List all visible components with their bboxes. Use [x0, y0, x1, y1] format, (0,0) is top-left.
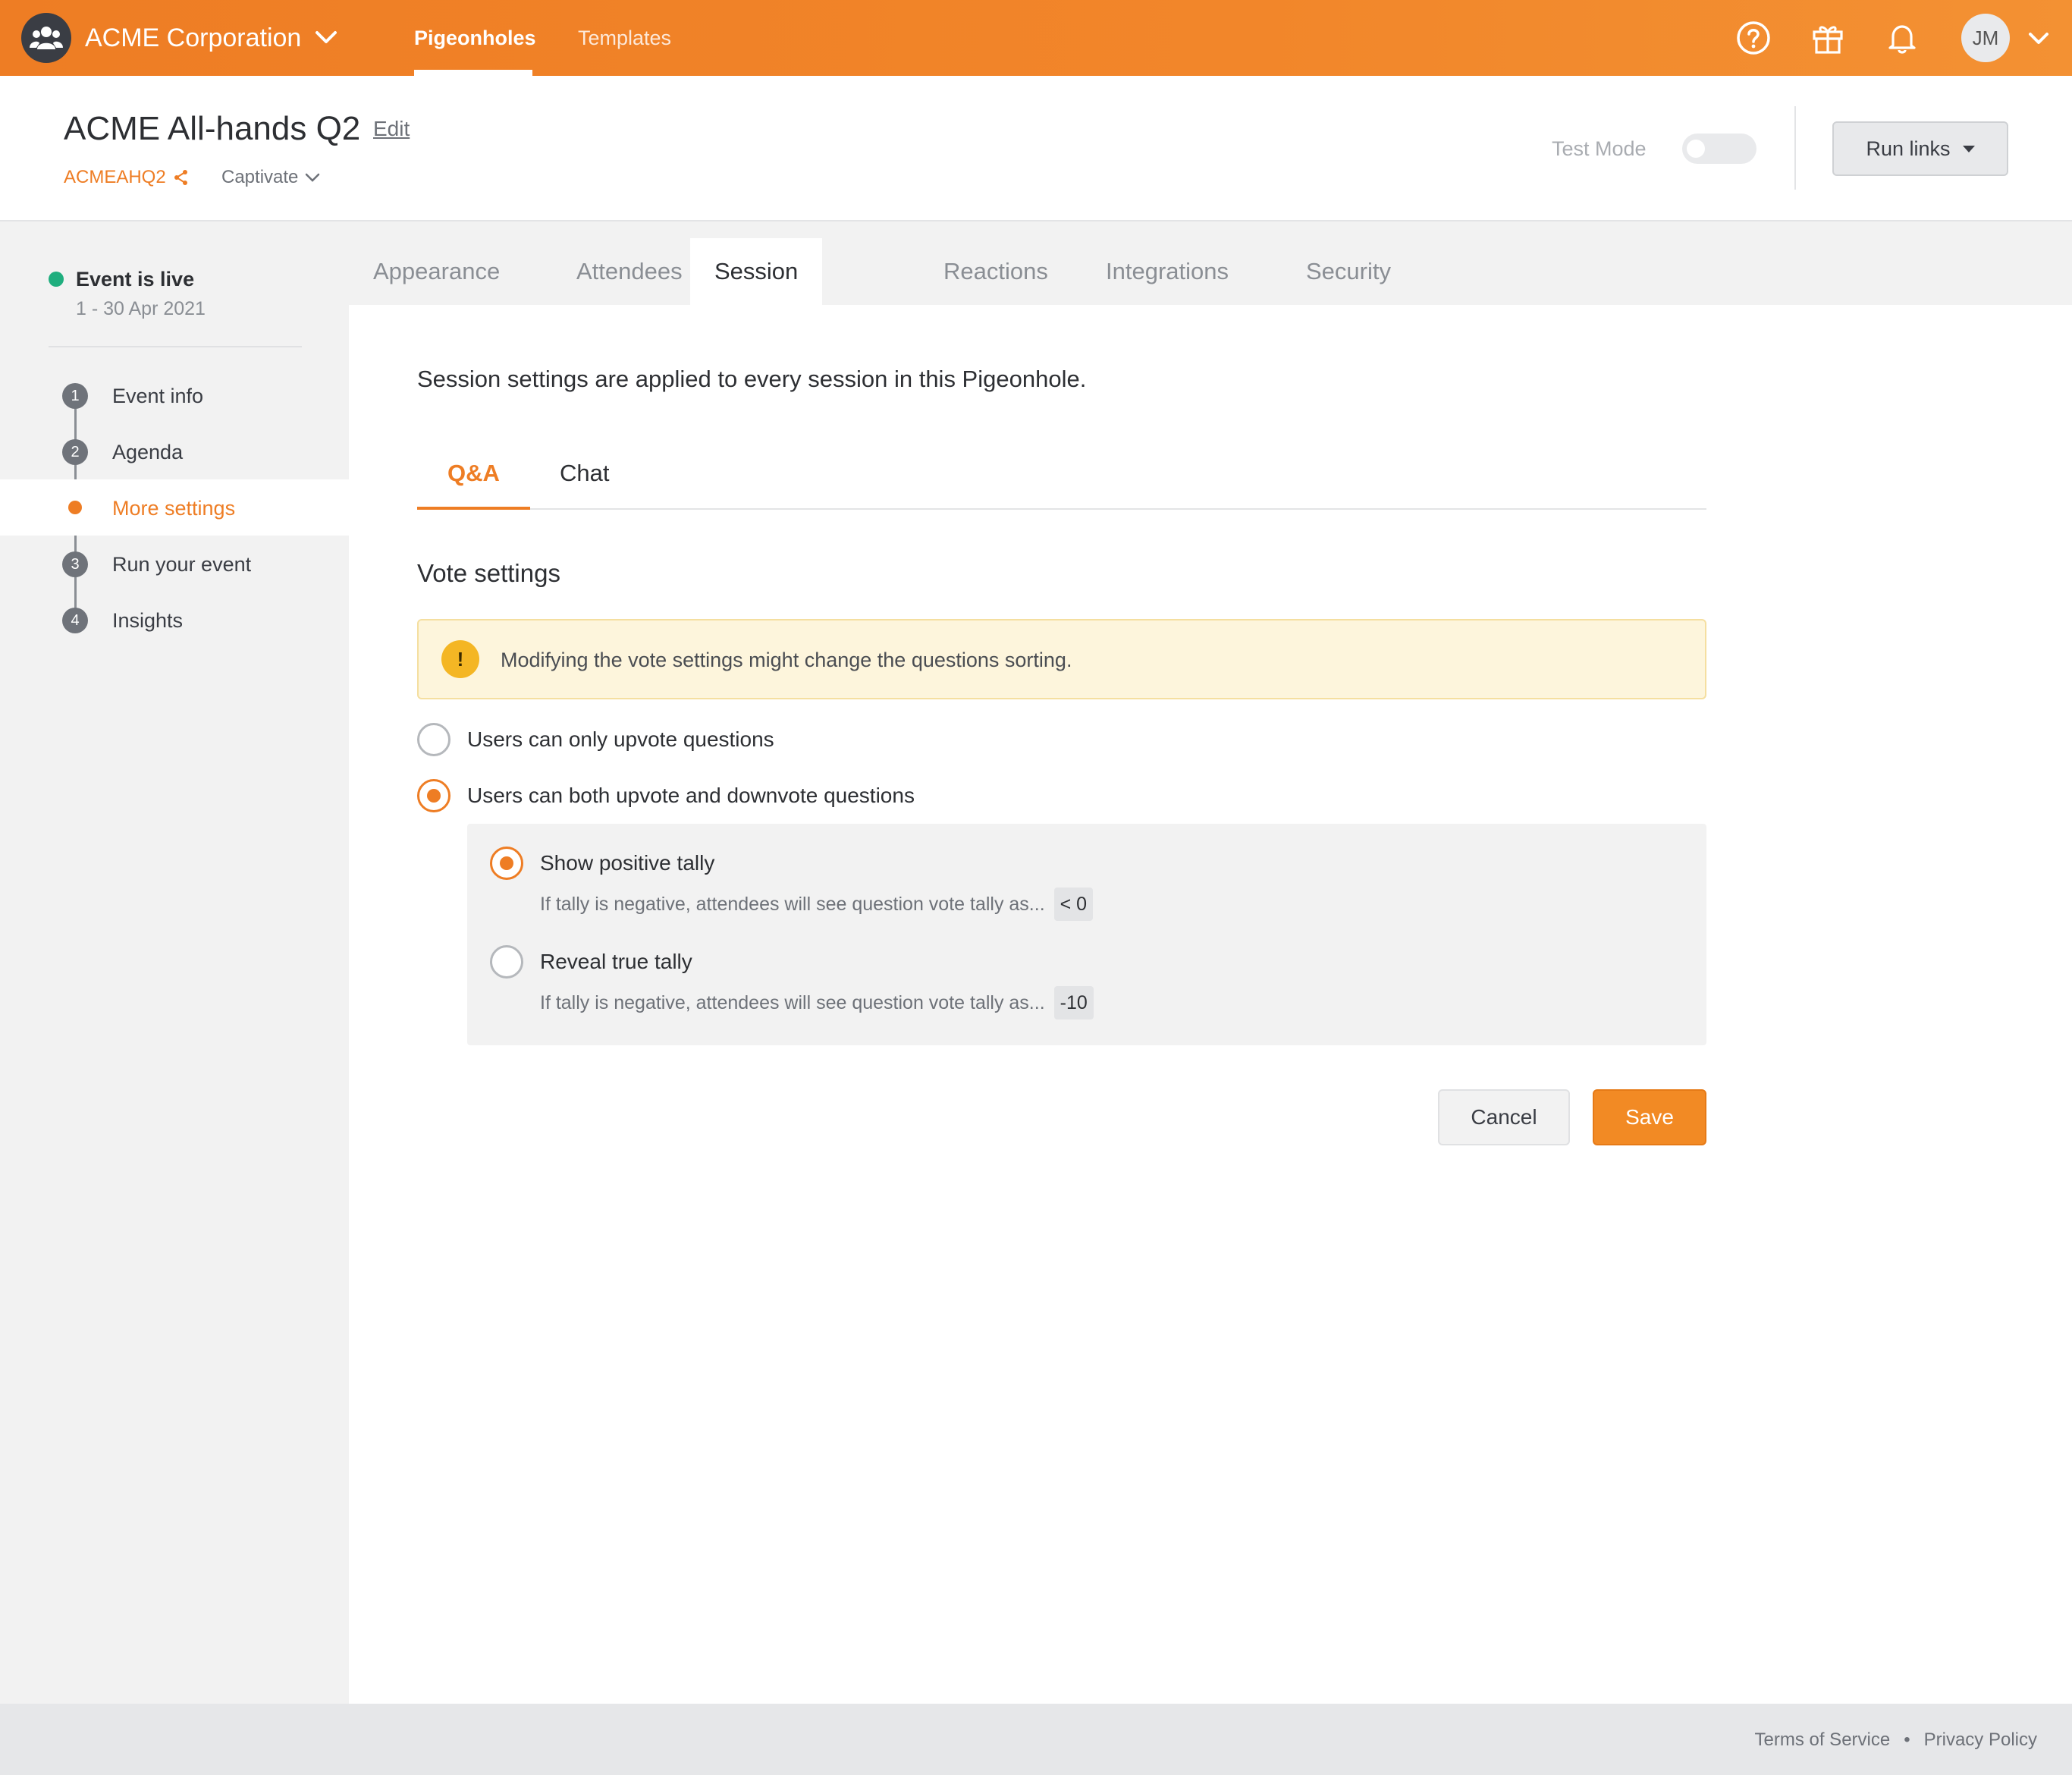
- warning-icon: !: [441, 640, 479, 678]
- active-step-dot: [68, 501, 82, 514]
- qa-chat-subtabs: Q&A Chat: [417, 446, 1706, 510]
- chevron-down-icon: [306, 173, 320, 182]
- tally-example-chip: < 0: [1053, 888, 1094, 921]
- footer: Terms of Service • Privacy Policy: [0, 1704, 2072, 1775]
- tally-help-text: If tally is negative, attendees will see…: [540, 894, 1045, 915]
- tally-option-positive[interactable]: Show positive tally: [490, 847, 714, 880]
- vote-option-upvote-downvote[interactable]: Users can both upvote and downvote quest…: [417, 778, 915, 813]
- sidebar-item-label: Event info: [112, 385, 204, 407]
- org-logo-icon[interactable]: [21, 13, 71, 63]
- gift-icon[interactable]: [1810, 20, 1846, 56]
- nav-tab-pigeonholes[interactable]: Pigeonholes: [414, 23, 536, 53]
- vote-option-upvote-only[interactable]: Users can only upvote questions: [417, 722, 774, 757]
- step-number: 2: [62, 439, 88, 465]
- tab-attendees[interactable]: Attendees: [552, 238, 707, 305]
- event-status: Event is live: [76, 268, 195, 291]
- settings-intro: Session settings are applied to every se…: [417, 366, 1087, 392]
- tally-help-text: If tally is negative, attendees will see…: [540, 992, 1045, 1013]
- test-mode-label: Test Mode: [1552, 137, 1647, 160]
- radio-button[interactable]: [417, 779, 451, 812]
- header-divider: [1794, 106, 1796, 190]
- tally-option-true[interactable]: Reveal true tally: [490, 945, 692, 979]
- sidebar-item-label: More settings: [112, 497, 236, 520]
- privacy-policy-link[interactable]: Privacy Policy: [1924, 1725, 2037, 1755]
- chevron-down-icon[interactable]: [312, 26, 340, 49]
- radio-button[interactable]: [417, 723, 451, 756]
- warning-text: Modifying the vote settings might change…: [501, 649, 1072, 671]
- radio-label: Show positive tally: [540, 851, 715, 875]
- tab-session-settings[interactable]: Session settings: [690, 238, 823, 351]
- radio-label: Reveal true tally: [540, 950, 692, 973]
- sidebar-item-label: Agenda: [112, 441, 184, 463]
- terms-of-service-link[interactable]: Terms of Service: [1755, 1725, 1891, 1755]
- footer-links: Terms of Service • Privacy Policy: [1755, 1725, 2038, 1755]
- step-number: 1: [62, 383, 88, 409]
- tab-security[interactable]: Security: [1282, 238, 1415, 305]
- run-links-label: Run links: [1866, 137, 1951, 160]
- toggle-knob: [1687, 140, 1705, 158]
- tab-integrations[interactable]: Integrations: [1082, 238, 1253, 305]
- session-settings-panel: Session settings are applied to every se…: [349, 305, 2072, 1704]
- subtab-qa[interactable]: Q&A: [417, 446, 530, 510]
- radio-label: Users can both upvote and downvote quest…: [467, 784, 915, 807]
- product-selector[interactable]: Captivate: [221, 165, 321, 190]
- avatar[interactable]: JM: [1961, 14, 2010, 62]
- radio-button[interactable]: [490, 847, 523, 880]
- sidebar: Event is live 1 - 30 Apr 2021 1 Event in…: [0, 221, 349, 1704]
- event-dates: 1 - 30 Apr 2021: [76, 298, 206, 319]
- sidebar-item-label: Insights: [112, 609, 184, 632]
- vote-settings-title: Vote settings: [417, 559, 560, 587]
- live-status-dot: [49, 272, 64, 287]
- radio-label: Users can only upvote questions: [467, 727, 774, 751]
- edit-event-link[interactable]: Edit: [373, 117, 410, 141]
- footer-separator: •: [1904, 1729, 1910, 1750]
- sidebar-divider: [49, 346, 302, 347]
- run-links-button[interactable]: Run links: [1832, 121, 2008, 176]
- event-header: ACME All-hands Q2 Edit ACMEAHQ2 Captivat…: [0, 76, 2072, 221]
- chevron-down-icon[interactable]: [2026, 27, 2051, 49]
- org-name[interactable]: ACME Corporation: [85, 21, 301, 55]
- sidebar-item-agenda[interactable]: 2 Agenda: [0, 423, 349, 479]
- tally-help-positive: If tally is negative, attendees will see…: [540, 888, 1094, 921]
- subtab-chat[interactable]: Chat: [529, 446, 639, 510]
- nav-tab-templates[interactable]: Templates: [578, 23, 671, 53]
- product-label: Captivate: [221, 167, 299, 187]
- tab-appearance[interactable]: Appearance: [349, 238, 524, 305]
- radio-button[interactable]: [490, 945, 523, 979]
- event-code: ACMEAHQ2: [64, 167, 166, 187]
- top-navigation-bar: ACME Corporation Pigeonholes Templates J…: [0, 0, 2072, 76]
- event-title: ACME All-hands Q2: [64, 110, 361, 147]
- caret-down-icon: [1962, 145, 1975, 152]
- bell-icon[interactable]: [1884, 20, 1920, 56]
- tab-reactions[interactable]: Reactions: [919, 238, 1072, 305]
- share-icon: [174, 170, 187, 185]
- cancel-button[interactable]: Cancel: [1438, 1089, 1570, 1145]
- save-button[interactable]: Save: [1593, 1089, 1706, 1145]
- help-icon[interactable]: [1735, 20, 1772, 56]
- tally-options-panel: Show positive tally If tally is negative…: [467, 824, 1706, 1045]
- tally-help-true: If tally is negative, attendees will see…: [540, 986, 1094, 1019]
- sidebar-item-more-settings[interactable]: More settings: [0, 479, 349, 536]
- vote-warning-banner: ! Modifying the vote settings might chan…: [417, 619, 1706, 699]
- step-number: 4: [62, 608, 88, 633]
- step-number: 3: [62, 551, 88, 577]
- sidebar-item-label: Run your event: [112, 553, 252, 576]
- tally-example-chip: -10: [1053, 986, 1094, 1019]
- sidebar-item-event-info[interactable]: 1 Event info: [0, 367, 349, 423]
- sidebar-item-insights[interactable]: 4 Insights: [0, 592, 349, 648]
- event-code-share[interactable]: ACMEAHQ2: [64, 165, 189, 190]
- nav-active-underline: [414, 70, 532, 76]
- sidebar-item-run-your-event[interactable]: 3 Run your event: [0, 536, 349, 592]
- test-mode-toggle[interactable]: [1682, 134, 1756, 164]
